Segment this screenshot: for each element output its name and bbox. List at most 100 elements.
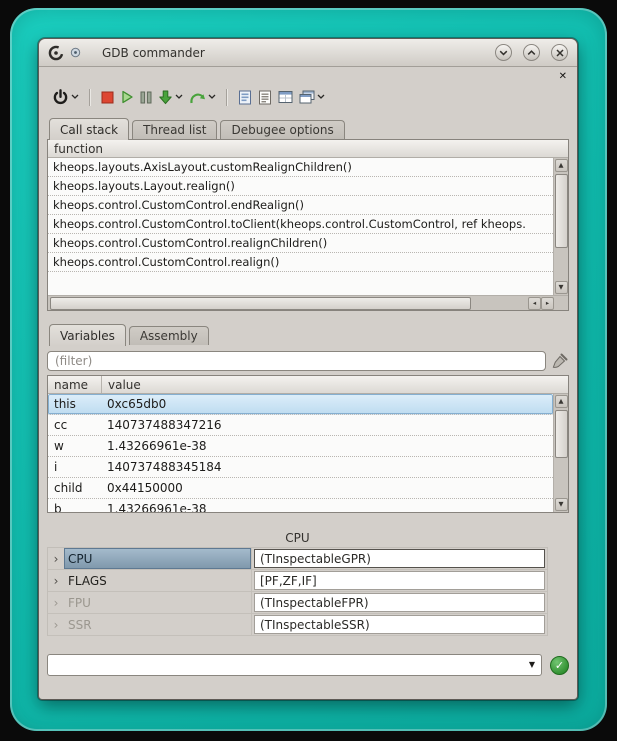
command-combobox[interactable]: ▼ [47,654,542,676]
register-group-name[interactable]: FLAGS [64,570,252,591]
scrollbar-track[interactable] [555,409,568,497]
document-lines-button[interactable] [255,85,275,109]
scroll-up-button[interactable]: ▲ [555,159,568,172]
variable-row[interactable]: child 0x44150000 [48,478,553,499]
step-over-button[interactable] [186,85,219,109]
variables-panel: name value this 0xc65db0 cc 140737488347… [47,375,569,513]
command-input[interactable] [47,654,542,676]
client-area: ✕ [39,67,577,699]
cpu-row[interactable]: › SSR (TInspectableSSR) [48,614,547,636]
scrollbar-thumb[interactable] [50,297,471,310]
callstack-header[interactable]: function [48,140,568,158]
scroll-down-icon: ▼ [559,501,564,508]
combo-dropdown-icon[interactable]: ▼ [529,661,535,669]
dropdown-chevron-icon [71,94,79,100]
tab-thread-list[interactable]: Thread list [132,120,217,139]
register-group-value[interactable]: (TInspectableGPR) [254,549,545,568]
variable-name: cc [48,418,102,432]
stop-button[interactable] [98,85,117,109]
run-button[interactable] [117,85,137,109]
scroll-down-button[interactable]: ▼ [555,281,568,294]
callstack-row[interactable]: kheops.control.CustomControl.endRealign(… [48,196,553,215]
expand-chevron-icon[interactable]: › [48,592,64,613]
titlebar[interactable]: GDB commander [39,39,577,67]
scroll-up-icon: ▲ [559,162,564,169]
name-column-header[interactable]: name [48,376,102,393]
tab-call-stack[interactable]: Call stack [49,118,129,140]
maximize-button[interactable] [523,44,540,61]
callstack-row[interactable]: kheops.layouts.Layout.realign() [48,177,553,196]
cpu-panel-title: CPU [47,529,548,547]
callstack-row[interactable]: kheops.control.CustomControl.toClient(kh… [48,215,553,234]
cpu-row[interactable]: › FLAGS [PF,ZF,IF] [48,570,547,592]
variable-row[interactable]: w 1.43266961e-38 [48,436,553,457]
register-group-value[interactable]: (TInspectableSSR) [254,615,545,634]
callstack-row[interactable]: kheops.control.CustomControl.realignChil… [48,234,553,253]
cpu-row[interactable]: › FPU (TInspectableFPR) [48,592,547,614]
pause-button[interactable] [137,85,155,109]
variable-row[interactable]: cc 140737488347216 [48,415,553,436]
scroll-right-button[interactable]: ▸ [541,297,554,310]
variable-row[interactable]: b 1.43266961e-38 [48,499,553,512]
variable-value: 0xc65db0 [102,397,553,411]
register-group-name[interactable]: FPU [64,592,252,613]
play-icon [120,90,134,104]
function-column-header[interactable]: function [48,140,109,157]
step-into-button[interactable] [155,85,186,109]
variable-value: 1.43266961e-38 [102,439,553,453]
frame-function: kheops.control.CustomControl.realign() [53,255,279,269]
register-group-name[interactable]: SSR [64,614,252,635]
dock-close-button[interactable]: ✕ [559,72,567,82]
stop-icon [101,91,114,104]
filter-input[interactable] [47,351,546,371]
variable-row[interactable]: i 140737488345184 [48,457,553,478]
power-button[interactable] [49,85,82,109]
window-menu-icon[interactable] [70,47,81,58]
cpu-row[interactable]: › CPU (TInspectableGPR) [48,548,547,570]
window-table-icon [278,90,293,104]
document-icon [238,90,252,105]
callstack-list: kheops.layouts.AxisLayout.customRealignC… [48,158,553,295]
tab-debugee-options[interactable]: Debugee options [220,120,344,139]
register-group-name[interactable]: CPU [64,548,252,569]
scroll-left-button[interactable]: ◂ [528,297,541,310]
app-icon [48,45,64,61]
scroll-left-icon: ◂ [533,300,536,307]
frame-function: kheops.control.CustomControl.toClient(kh… [53,217,526,231]
callstack-hscrollbar[interactable]: ◂ ▸ [48,295,568,310]
register-group-value[interactable]: (TInspectableFPR) [254,593,545,612]
clear-filter-button[interactable] [551,352,569,370]
expand-chevron-icon[interactable]: › [48,548,64,569]
document-button[interactable] [235,85,255,109]
tab-variables[interactable]: Variables [49,324,126,346]
scrollbar-thumb[interactable] [555,174,568,248]
expand-chevron-icon[interactable]: › [48,614,64,635]
register-group-value[interactable]: [PF,ZF,IF] [254,571,545,590]
tab-assembly[interactable]: Assembly [129,326,209,345]
scroll-down-button[interactable]: ▼ [555,498,568,511]
callstack-row[interactable]: kheops.layouts.AxisLayout.customRealignC… [48,158,553,177]
dropdown-chevron-icon [208,94,216,100]
scrollbar-corner [554,297,568,310]
confirm-button[interactable]: ✓ [550,656,569,675]
variables-panel-wrap: name value this 0xc65db0 cc 140737488347… [47,345,569,513]
frame-function: kheops.control.CustomControl.endRealign(… [53,198,304,212]
callstack-vscrollbar[interactable]: ▲ ▼ [553,158,568,295]
variables-vscrollbar[interactable]: ▲ ▼ [553,394,568,512]
toolbar-separator [226,89,228,106]
window-table-button[interactable] [275,85,296,109]
minimize-button[interactable] [495,44,512,61]
close-button[interactable] [551,44,568,61]
windows-stack-button[interactable] [296,85,328,109]
value-column-header[interactable]: value [102,376,147,393]
filter-row [47,351,569,371]
expand-chevron-icon[interactable]: › [48,570,64,591]
scrollbar-thumb[interactable] [555,410,568,458]
scrollbar-track[interactable] [555,173,568,280]
callstack-row[interactable]: kheops.control.CustomControl.realign() [48,253,553,272]
variable-row[interactable]: this 0xc65db0 [48,394,553,415]
scroll-up-button[interactable]: ▲ [555,395,568,408]
scrollbar-track[interactable] [49,297,527,310]
dropdown-chevron-icon [175,94,183,100]
variable-value: 140737488345184 [102,460,553,474]
